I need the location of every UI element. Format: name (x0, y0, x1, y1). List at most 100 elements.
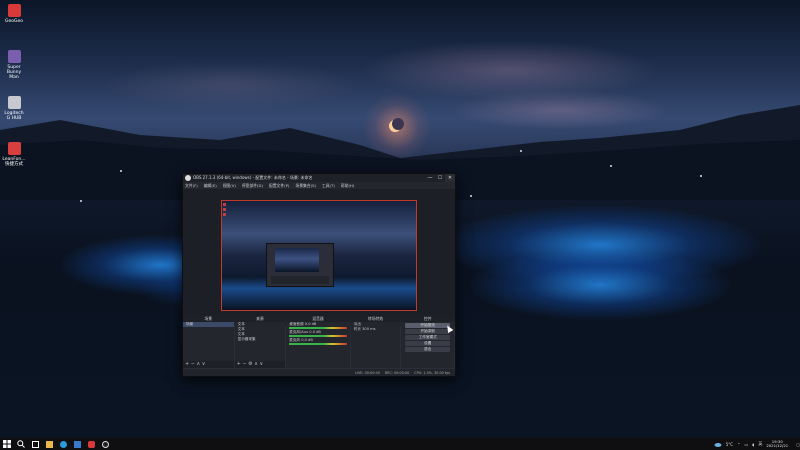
store-icon (73, 440, 81, 448)
duration-label: 时长 (353, 327, 361, 331)
volume-meter[interactable] (289, 327, 347, 329)
search-icon (17, 440, 25, 448)
menu-scene-collection[interactable]: 场景集合(S) (295, 183, 316, 189)
volume-meter[interactable] (289, 335, 347, 337)
channel-volume: 0.0 dB (301, 338, 313, 342)
volume-meter[interactable] (289, 343, 347, 345)
chevron-up-icon[interactable]: ⌃ (737, 442, 740, 447)
maximize-button[interactable]: ☐ (435, 174, 445, 182)
taskbar-app-red[interactable] (84, 438, 98, 450)
duration-row: 时长 300 ms (351, 327, 401, 332)
taskbar-app-explorer[interactable] (42, 438, 56, 450)
input-language[interactable]: 英 (758, 441, 762, 447)
start-recording-button[interactable]: 开始录制 (405, 329, 451, 334)
desktop-icons: GeoGeo Super Bunny Man Logitech G HUB Le… (2, 4, 26, 188)
window-title: OBS 27.1.3 (64-bit, windows) - 配置文件: 未命名… (193, 175, 313, 180)
taskbar-app-edge[interactable] (56, 438, 70, 450)
sources-footer-buttons[interactable]: + − ⚙ ∧ ∨ (234, 361, 286, 368)
scenes-dock: 场景 场景 + − ∧ ∨ (183, 316, 234, 368)
channel-volume: 0.0 dB (304, 322, 317, 326)
desktop-icon-label: Super Bunny Man (6, 65, 22, 80)
start-button[interactable] (0, 438, 14, 450)
desktop-icon-label: LeanFon... 快捷方式 (2, 157, 26, 167)
taskbar-app-obs[interactable] (98, 438, 112, 450)
preview-canvas[interactable] (221, 200, 417, 311)
menu-file[interactable]: 文件(F) (185, 183, 198, 189)
status-bar: LIVE: 00:00:00 REC: 00:00:00 CPU: 1.5%, … (183, 369, 455, 376)
nested-docks (271, 276, 329, 284)
channel-name: 麦克风 (289, 338, 301, 342)
obs-window: OBS 27.1.3 (64-bit, windows) - 配置文件: 未命名… (182, 173, 456, 377)
taskbar: 5°C ⌃ ▭ ◖ 英 19:30 2021/12/21 ▢ (0, 438, 800, 450)
desktop-icon-leanfon[interactable]: LeanFon... 快捷方式 (2, 142, 26, 184)
app-icon (7, 4, 21, 17)
preview-toolstrip (223, 203, 226, 223)
menu-docks[interactable]: 停靠部件(D) (242, 183, 263, 189)
task-view-button[interactable] (28, 438, 42, 450)
bioluminescent-water (470, 250, 730, 320)
menu-profile[interactable]: 配置文件(P) (269, 183, 289, 189)
controls-header: 控件 (401, 316, 455, 322)
channel-name: 麦克风/Aux (289, 330, 309, 334)
sources-dock: 来源 文本 文本 文本 显示器采集 + − ⚙ ∧ ∨ (234, 316, 286, 368)
desktop-icon-logitech-g-hub[interactable]: Logitech G HUB (2, 96, 26, 138)
mixer-channel: 桌面音频 0.0 dB (286, 322, 350, 326)
exit-button[interactable]: 退出 (405, 347, 451, 352)
star (120, 170, 122, 172)
obs-logo-icon (185, 175, 191, 181)
taskbar-app-store[interactable] (70, 438, 84, 450)
star (610, 165, 612, 167)
desktop-icon-geogeo[interactable]: GeoGeo (2, 4, 26, 46)
channel-volume: 0.0 dB (309, 330, 321, 334)
weather-temperature[interactable]: 5°C (726, 442, 733, 447)
star (470, 195, 472, 197)
star (700, 175, 702, 177)
clock[interactable]: 19:30 2021/12/21 (766, 439, 789, 449)
edge-icon (59, 440, 67, 448)
settings-button[interactable]: 设置 (405, 341, 451, 346)
menu-edit[interactable]: 编辑(E) (204, 183, 217, 189)
cpu-status: CPU: 1.5%, 30.00 fps (414, 370, 450, 375)
controls-dock: 控件 开始推流 开始录制 工作室模式 设置 退出 (401, 316, 455, 368)
app-icon (87, 440, 95, 448)
duration-input[interactable]: 300 ms (362, 327, 375, 331)
menu-help[interactable]: 帮助(H) (341, 183, 354, 189)
scenes-footer-buttons[interactable]: + − ∧ ∨ (183, 361, 234, 368)
star (520, 150, 522, 152)
obs-titlebar[interactable]: OBS 27.1.3 (64-bit, windows) - 配置文件: 未命名… (183, 174, 455, 182)
desktop-icon-label: GeoGeo (4, 19, 24, 24)
network-icon[interactable]: ▭ (744, 442, 748, 447)
notification-icon[interactable]: ▢ (796, 442, 800, 447)
mixer-channel: 麦克风 0.0 dB (286, 338, 350, 342)
menu-tools[interactable]: 工具(T) (322, 183, 335, 189)
start-streaming-button[interactable]: 开始推流 (405, 323, 451, 328)
volume-icon[interactable]: ◖ (752, 442, 754, 447)
channel-name: 桌面音频 (289, 322, 304, 326)
minimize-button[interactable]: — (425, 174, 435, 182)
task-view-icon (31, 440, 39, 448)
windows-logo-icon (3, 440, 11, 448)
search-button[interactable] (14, 438, 28, 450)
app-icon (7, 96, 21, 109)
star (80, 200, 82, 202)
desktop-icon-super-bunny-man[interactable]: Super Bunny Man (2, 50, 26, 92)
scene-item[interactable]: 场景 (183, 322, 234, 327)
transitions-dock: 转场特效 淡出 时长 300 ms (350, 316, 401, 368)
close-button[interactable]: ✕ (445, 174, 455, 182)
studio-mode-button[interactable]: 工作室模式 (405, 335, 451, 340)
obs-icon (101, 440, 109, 448)
source-item[interactable]: 显示器采集 (235, 337, 286, 342)
mixer-channel: 麦克风/Aux 0.0 dB (286, 330, 350, 334)
clock-date: 2021/12/21 (766, 443, 789, 448)
desktop-icon-label: Logitech G HUB (4, 111, 24, 121)
docks-row: 场景 场景 + − ∧ ∨ 来源 文本 文本 文本 显示器采集 + − ⚙ ∧ … (183, 316, 455, 368)
app-icon (7, 50, 21, 63)
nested-obs-preview (266, 243, 334, 287)
live-status: LIVE: 00:00:00 (355, 370, 380, 375)
folder-icon (45, 440, 53, 448)
menu-view[interactable]: 视图(V) (223, 183, 236, 189)
menu-bar: 文件(F) 编辑(E) 视图(V) 停靠部件(D) 配置文件(P) 场景集合(S… (183, 182, 455, 189)
preview-area: 未选择源 属性 滤镜 (183, 189, 455, 326)
mixer-dock: 混音器 桌面音频 0.0 dB 麦克风/Aux 0.0 dB 麦克风 0.0 d… (286, 316, 350, 368)
app-icon (7, 142, 21, 155)
